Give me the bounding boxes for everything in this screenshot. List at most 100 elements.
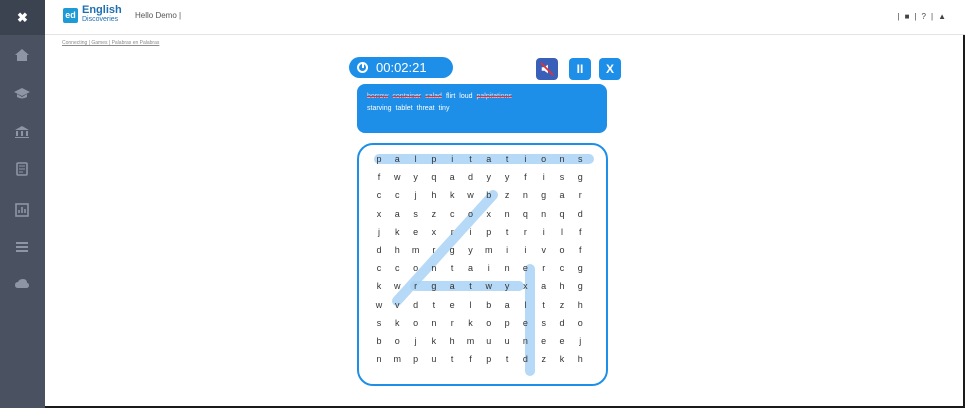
grid-letter[interactable]: b	[480, 297, 498, 313]
grid-letter[interactable]: v	[535, 242, 553, 258]
grid-letter[interactable]: h	[553, 278, 571, 294]
grid-letter[interactable]: k	[370, 278, 388, 294]
grid-letter[interactable]: t	[462, 151, 480, 167]
grid-letter[interactable]: r	[443, 315, 461, 331]
grid-letter[interactable]: j	[370, 224, 388, 240]
grid-letter[interactable]: i	[480, 260, 498, 276]
grid-letter[interactable]: i	[535, 224, 553, 240]
grid-letter[interactable]: a	[535, 278, 553, 294]
messages-icon[interactable]: ■	[905, 12, 911, 21]
grid-letter[interactable]: d	[571, 206, 589, 222]
grid-letter[interactable]: k	[462, 315, 480, 331]
grid-letter[interactable]: d	[407, 297, 425, 313]
grid-letter[interactable]: t	[498, 351, 516, 367]
grid-letter[interactable]: i	[462, 224, 480, 240]
grid-letter[interactable]: a	[388, 151, 406, 167]
grid-letter[interactable]: t	[443, 260, 461, 276]
grid-letter[interactable]: a	[553, 187, 571, 203]
grid-letter[interactable]: u	[425, 351, 443, 367]
grid-letter[interactable]: z	[425, 206, 443, 222]
grid-letter[interactable]: e	[535, 333, 553, 349]
grid-letter[interactable]: u	[498, 333, 516, 349]
grid-letter[interactable]: j	[407, 333, 425, 349]
grid-letter[interactable]: k	[425, 333, 443, 349]
grid-letter[interactable]: b	[480, 187, 498, 203]
grid-letter[interactable]: g	[535, 187, 553, 203]
grid-letter[interactable]: z	[535, 351, 553, 367]
grid-letter[interactable]: q	[516, 206, 534, 222]
grid-letter[interactable]: m	[462, 333, 480, 349]
grid-letter[interactable]: d	[516, 351, 534, 367]
grid-letter[interactable]: z	[553, 297, 571, 313]
grid-letter[interactable]: s	[535, 315, 553, 331]
grid-letter[interactable]: p	[498, 315, 516, 331]
graduation-icon[interactable]	[13, 86, 31, 100]
grid-letter[interactable]: t	[425, 297, 443, 313]
grid-letter[interactable]: e	[407, 224, 425, 240]
grid-letter[interactable]: n	[498, 260, 516, 276]
grid-letter[interactable]: v	[388, 297, 406, 313]
grid-letter[interactable]: x	[370, 206, 388, 222]
grid-letter[interactable]: x	[480, 206, 498, 222]
grid-letter[interactable]: k	[443, 187, 461, 203]
grid-letter[interactable]: t	[462, 278, 480, 294]
grid-letter[interactable]: e	[553, 333, 571, 349]
close-button[interactable]: ✖	[0, 0, 45, 35]
grid-letter[interactable]: e	[516, 260, 534, 276]
bank-icon[interactable]	[13, 125, 31, 139]
grid-letter[interactable]: g	[571, 169, 589, 185]
grid-letter[interactable]: g	[425, 278, 443, 294]
grid-letter[interactable]: o	[407, 315, 425, 331]
grid-letter[interactable]: s	[407, 206, 425, 222]
grid-letter[interactable]: t	[498, 151, 516, 167]
grid-letter[interactable]: h	[443, 333, 461, 349]
grid-letter[interactable]: h	[388, 242, 406, 258]
grid-letter[interactable]: n	[425, 260, 443, 276]
chart-icon[interactable]	[13, 203, 31, 217]
grid-letter[interactable]: o	[535, 151, 553, 167]
grid-letter[interactable]: p	[480, 224, 498, 240]
grid-letter[interactable]: x	[516, 278, 534, 294]
grid-letter[interactable]: q	[553, 206, 571, 222]
grid-letter[interactable]: i	[535, 169, 553, 185]
grid-letter[interactable]: h	[425, 187, 443, 203]
notebook-icon[interactable]	[13, 162, 31, 176]
grid-letter[interactable]: l	[462, 297, 480, 313]
grid-letter[interactable]: g	[571, 278, 589, 294]
grid-letter[interactable]: a	[480, 151, 498, 167]
grid-letter[interactable]: c	[370, 260, 388, 276]
grid-letter[interactable]: s	[370, 315, 388, 331]
grid-letter[interactable]: q	[425, 169, 443, 185]
grid-letter[interactable]: t	[498, 224, 516, 240]
grid-letter[interactable]: y	[407, 169, 425, 185]
grid-letter[interactable]: t	[443, 351, 461, 367]
grid-letter[interactable]: w	[370, 297, 388, 313]
grid-letter[interactable]: c	[388, 260, 406, 276]
grid-letter[interactable]: o	[553, 242, 571, 258]
grid-letter[interactable]: e	[516, 315, 534, 331]
grid-letter[interactable]: p	[480, 351, 498, 367]
grid-letter[interactable]: o	[480, 315, 498, 331]
grid-letter[interactable]: r	[535, 260, 553, 276]
pause-button[interactable]: II	[569, 58, 591, 80]
grid-letter[interactable]: l	[516, 297, 534, 313]
grid-letter[interactable]: a	[498, 297, 516, 313]
grid-letter[interactable]: n	[516, 333, 534, 349]
grid-letter[interactable]: r	[443, 224, 461, 240]
word-search-grid[interactable]: palpitationsfwyqadyyfisgccjhkwbzngarxasz…	[357, 143, 608, 386]
grid-letter[interactable]: u	[480, 333, 498, 349]
grid-letter[interactable]: w	[388, 169, 406, 185]
grid-letter[interactable]: l	[407, 151, 425, 167]
list-icon[interactable]	[13, 240, 31, 254]
grid-letter[interactable]: g	[443, 242, 461, 258]
grid-letter[interactable]: f	[571, 242, 589, 258]
grid-letter[interactable]: d	[553, 315, 571, 331]
grid-letter[interactable]: n	[370, 351, 388, 367]
grid-letter[interactable]: r	[425, 242, 443, 258]
grid-letter[interactable]: e	[443, 297, 461, 313]
grid-letter[interactable]: w	[462, 187, 480, 203]
grid-letter[interactable]: n	[498, 206, 516, 222]
grid-letter[interactable]: k	[388, 315, 406, 331]
grid-letter[interactable]: o	[407, 260, 425, 276]
grid-letter[interactable]: y	[498, 278, 516, 294]
